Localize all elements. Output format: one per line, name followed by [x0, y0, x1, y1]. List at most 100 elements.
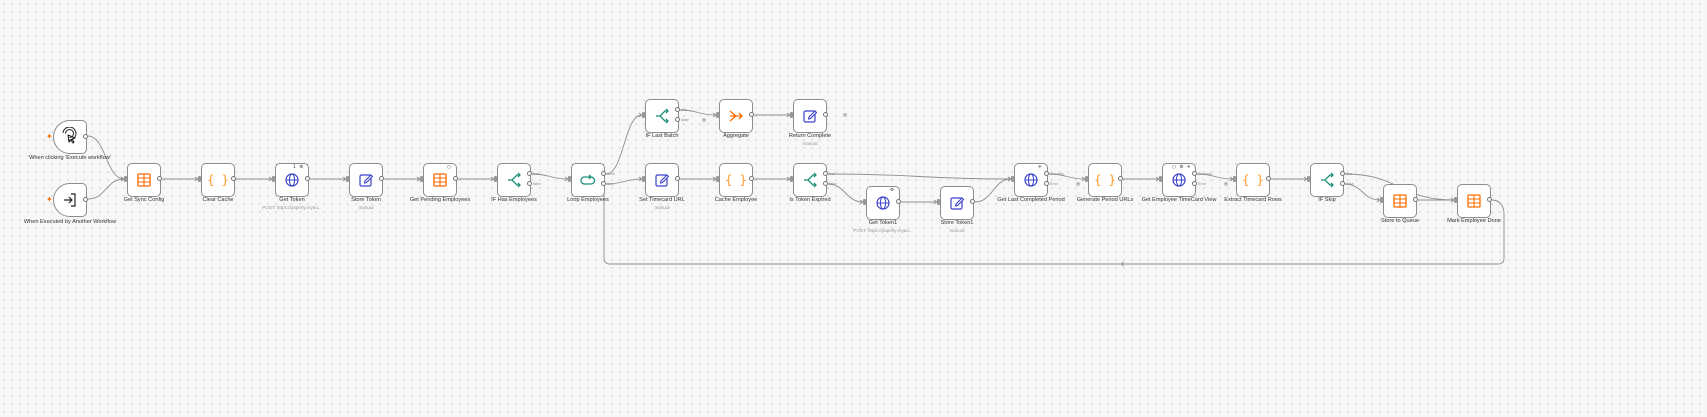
output-port-true[interactable]	[527, 171, 532, 176]
node-cache-employee[interactable]: { }	[719, 163, 753, 197]
output-port[interactable]	[231, 176, 236, 181]
globe-icon	[1024, 173, 1038, 187]
output-port-false[interactable]	[527, 181, 532, 186]
trigger-bolt-icon: ✦	[46, 195, 53, 204]
node-subtitle: manual	[802, 141, 818, 146]
output-port-true[interactable]	[675, 107, 680, 112]
output-port-true[interactable]	[823, 171, 828, 176]
output-port-error[interactable]	[1044, 181, 1049, 186]
cursor-click-icon	[62, 127, 77, 144]
output-label-false: false	[1346, 182, 1354, 186]
add-node-plus-icon[interactable]: +	[1076, 182, 1080, 186]
node-trigger-manual[interactable]	[53, 120, 87, 154]
output-port[interactable]	[157, 176, 162, 181]
pencil-icon	[803, 110, 818, 123]
braces-icon: { }	[1243, 173, 1263, 187]
output-port[interactable]	[1487, 197, 1492, 202]
svg-text:{ }: { }	[1243, 173, 1263, 187]
node-label: When Executed by Another Workflow	[23, 219, 117, 225]
node-status-badge: ⚙	[890, 188, 896, 193]
output-label-true: true	[533, 172, 540, 176]
node-return-complete[interactable]	[793, 99, 827, 133]
node-store-token1[interactable]	[940, 186, 974, 220]
svg-text:{ }: { }	[208, 173, 228, 187]
connection-line[interactable]	[605, 114, 643, 175]
output-port[interactable]	[83, 134, 88, 139]
output-port[interactable]	[1118, 176, 1123, 181]
trigger-bolt-icon: ✦	[46, 132, 53, 141]
output-port[interactable]	[896, 199, 901, 204]
output-label-false: false	[681, 118, 689, 122]
output-port[interactable]	[749, 112, 754, 117]
node-subtitle: manual	[358, 205, 374, 210]
output-label-false: false	[829, 182, 837, 186]
output-port-success[interactable]	[1044, 171, 1049, 176]
node-if-has-employees[interactable]	[497, 163, 531, 197]
output-label-true: true	[1346, 172, 1353, 176]
add-node-plus-icon[interactable]: +	[702, 118, 706, 122]
node-mark-employee-done[interactable]	[1457, 184, 1491, 218]
node-if-last-batch[interactable]	[645, 99, 679, 133]
node-status-badge: ✈	[1038, 165, 1043, 170]
output-port-false[interactable]	[823, 181, 828, 186]
pencil-icon	[950, 197, 965, 210]
connection-line[interactable]	[827, 173, 1012, 180]
output-port[interactable]	[675, 176, 680, 181]
output-port[interactable]	[1413, 197, 1418, 202]
table-icon	[137, 173, 151, 187]
workflow-canvas[interactable]: ✦ When clicking 'Execute workflow' ✦ Whe…	[0, 0, 1707, 417]
output-port[interactable]	[970, 199, 975, 204]
node-status-badge: ○ ⚙ ✈	[1172, 165, 1192, 170]
node-extract-timecard-rows[interactable]: { }	[1236, 163, 1270, 197]
globe-icon	[285, 173, 299, 187]
sign-in-icon	[64, 193, 76, 207]
connection-line[interactable]	[87, 178, 125, 200]
output-port[interactable]	[1266, 176, 1271, 181]
node-store-to-queue[interactable]	[1383, 184, 1417, 218]
output-port-success[interactable]	[1192, 171, 1197, 176]
globe-icon	[1172, 173, 1186, 187]
output-port-false[interactable]	[1340, 181, 1345, 186]
table-icon	[1467, 194, 1481, 208]
node-is-token-expired[interactable]	[793, 163, 827, 197]
loop-icon	[580, 174, 596, 185]
output-port-error[interactable]	[1192, 181, 1197, 186]
output-port[interactable]	[749, 176, 754, 181]
node-status-badge: 1 ⚙	[293, 165, 305, 170]
if-icon	[804, 172, 817, 188]
output-port-true[interactable]	[1340, 171, 1345, 176]
node-generate-period-urls[interactable]: { }	[1088, 163, 1122, 197]
if-icon	[656, 108, 669, 124]
node-subtitle: manual	[949, 228, 965, 233]
node-label: Is Token Expired	[789, 197, 831, 203]
node-trigger-subworkflow[interactable]	[53, 183, 87, 217]
node-aggregate[interactable]	[719, 99, 753, 133]
output-port[interactable]	[379, 176, 384, 181]
output-port[interactable]	[823, 112, 828, 117]
output-label-error: Error	[1198, 182, 1206, 186]
node-label: Return Complete	[788, 133, 832, 139]
node-set-timecard-url[interactable]	[645, 163, 679, 197]
output-port-done[interactable]	[601, 171, 606, 176]
pencil-icon	[655, 174, 670, 187]
output-label-success: Success	[1198, 172, 1212, 176]
add-node-plus-icon[interactable]: +	[1224, 182, 1228, 186]
node-if-skip[interactable]	[1310, 163, 1344, 197]
output-port-loop[interactable]	[601, 181, 606, 186]
braces-icon: { }	[1095, 173, 1115, 187]
node-subtitle: manual	[654, 205, 670, 210]
node-label: When clicking 'Execute workflow'	[29, 155, 111, 161]
output-port[interactable]	[83, 197, 88, 202]
table-icon	[1393, 194, 1407, 208]
add-node-plus-icon[interactable]: +	[843, 113, 847, 117]
node-loop-employees[interactable]	[571, 163, 605, 197]
output-port[interactable]	[453, 176, 458, 181]
output-label-done: done	[607, 172, 615, 176]
node-store-token[interactable]	[349, 163, 383, 197]
node-clear-cache[interactable]: { }	[201, 163, 235, 197]
output-port[interactable]	[305, 176, 310, 181]
output-port-false[interactable]	[675, 117, 680, 122]
node-get-sync-config[interactable]	[127, 163, 161, 197]
table-icon	[433, 173, 447, 187]
node-label: IF Skip	[1318, 197, 1336, 203]
